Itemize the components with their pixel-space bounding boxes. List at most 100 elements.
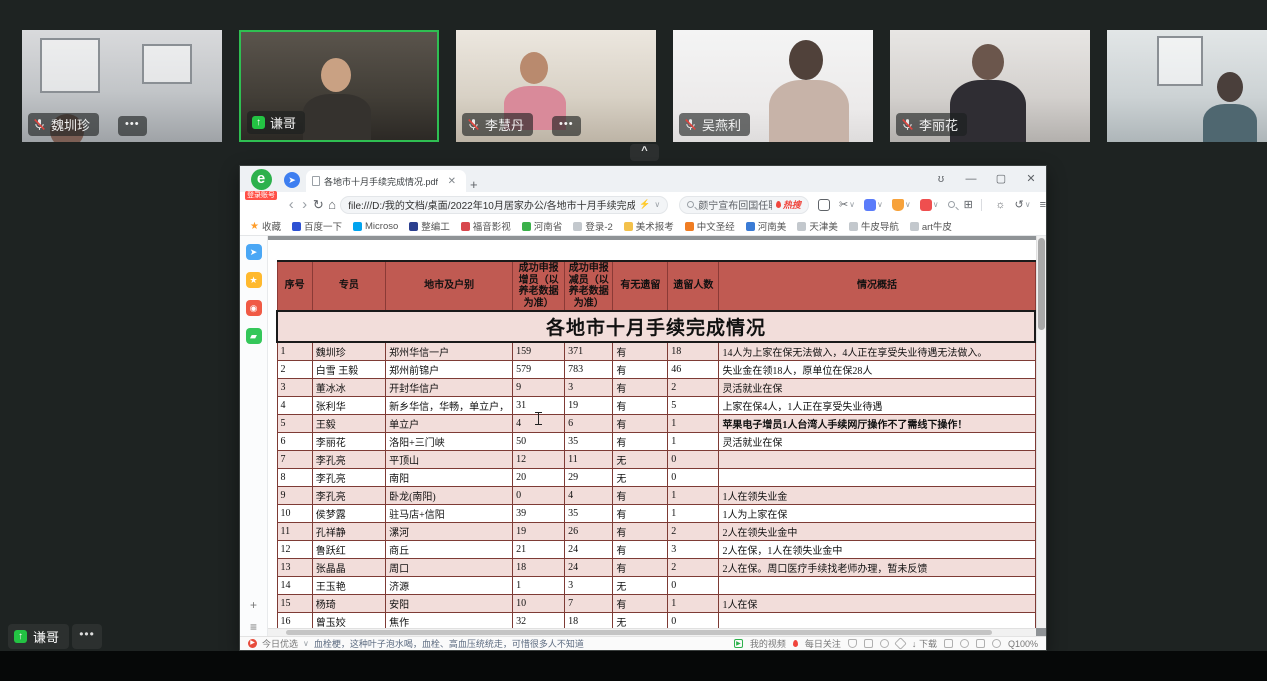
bookmark-item[interactable]: 牛皮导航 (848, 219, 899, 233)
translate-icon[interactable]: ∨ (864, 198, 883, 211)
bottom-taskbar (0, 651, 1267, 681)
bookmark-item[interactable]: art牛皮 (909, 219, 952, 233)
participant-video-1[interactable]: 魏圳珍 ••• (22, 30, 222, 142)
mic-muted-icon (685, 118, 696, 131)
news-ticker[interactable]: 血栓梗，这种叶子泡水喝，血栓、高血压统统走，可惜很多人不知道 (314, 637, 584, 650)
self-share-pill[interactable]: ↑ 谦哥 (8, 624, 70, 649)
participant-video-2-active[interactable]: ↑ 谦哥 (239, 30, 439, 142)
search-box[interactable]: 颜宁宣布回国任职 热搜 (679, 195, 809, 214)
table-cell: 郑州前锦户 (385, 360, 514, 379)
emoji-icon[interactable] (879, 639, 889, 648)
calendar-icon[interactable] (863, 639, 873, 648)
login-account-tag[interactable]: 登录账号 (245, 191, 277, 200)
sidebar-app-favorites-icon[interactable]: ★ (245, 272, 262, 288)
sidebar-list-button[interactable]: ≡ (250, 621, 257, 633)
horizontal-scroll-thumb[interactable] (286, 630, 992, 635)
bookmark-item[interactable]: 河南美 (745, 219, 787, 233)
window-close-button[interactable]: ✕ (1016, 166, 1046, 192)
more-options-button[interactable]: ••• (72, 624, 102, 649)
bookmark-item[interactable]: 登录-2 (573, 219, 613, 233)
download-label[interactable]: ↓ 下载 (912, 637, 937, 650)
navigation-home-icon[interactable]: ➤ (284, 172, 300, 188)
back-button[interactable]: ‹ (286, 196, 296, 213)
theme-skin-icon[interactable]: ʊ (926, 166, 956, 192)
daily-watch-label[interactable]: 每日关注 (805, 637, 841, 650)
forward-button[interactable]: › (299, 196, 309, 213)
table-cell: 10 (512, 594, 566, 613)
speaker-icon[interactable] (991, 639, 1001, 648)
apps-grid-icon[interactable]: ⊞ (964, 198, 973, 211)
table-cell: 15 (276, 594, 313, 613)
tab-close-icon[interactable]: ✕ (444, 176, 460, 187)
bookmark-item[interactable]: 中文圣经 (684, 219, 735, 233)
sidebar-app-messenger-icon[interactable]: ➤ (245, 244, 262, 260)
bookmark-favicon (353, 221, 362, 231)
vertical-scrollbar[interactable] (1036, 236, 1046, 628)
clipboard-icon[interactable] (975, 639, 985, 648)
participant-more-button[interactable]: ••• (118, 116, 147, 136)
screen-share-icon: ↑ (14, 630, 27, 643)
brightness-icon[interactable]: ☼ (995, 199, 1005, 211)
table-cell: 2 (667, 558, 720, 577)
pdf-table: 各地市十月手续完成情况 序号 专员 地市及户别 成功申报增员（以养老数据为准） 成功申报… (276, 260, 1036, 632)
screenshot-scissors-icon[interactable]: ✂ ∨ (839, 198, 855, 211)
bookmark-item[interactable]: 福音影视 (460, 219, 511, 233)
bookmark-label: 河南美 (757, 222, 787, 233)
printer-icon[interactable] (943, 639, 953, 648)
browser-tab[interactable]: 各地市十月手续完成情况.pdf ✕ (306, 170, 466, 192)
table-cell: 1 (667, 486, 720, 505)
zoom-level[interactable]: Q100% (1008, 639, 1038, 649)
vertical-scroll-thumb[interactable] (1038, 238, 1045, 330)
bookmark-favicon (521, 221, 531, 231)
horizontal-scrollbar[interactable] (268, 628, 1036, 636)
table-cell: 魏圳珍 (311, 341, 387, 361)
shield-icon[interactable] (847, 639, 857, 648)
address-url[interactable]: file:///D:/我的文档/桌面/2022年10月居家办公/各地市十月手续完… (348, 197, 635, 212)
bookmark-item[interactable]: Microso (353, 221, 398, 232)
bookmark-item[interactable]: ★ 收藏 (250, 219, 281, 233)
participant-name: 魏圳珍 (51, 118, 91, 133)
participant-more-button[interactable]: ••• (552, 116, 581, 136)
bookmark-item[interactable]: 天津美 (797, 219, 838, 233)
participant-video-5[interactable]: 李丽花 (890, 30, 1090, 142)
table-cell: 2人在保，1人在领失业金中 (718, 540, 1036, 559)
pdf-viewport[interactable]: 各地市十月手续完成情况 序号 专员 地市及户别 成功申报增员（以养老数据为准） 成功申报… (268, 236, 1046, 636)
participant-video-3[interactable]: 李慧丹 ••• (456, 30, 656, 142)
table-row: 13 张晶晶 周口 18 24 有 2 2人在保。周口医疗手续找老师办理，暂未反馈 (276, 558, 1036, 577)
speed-mode-icon[interactable]: ⚡ (639, 199, 650, 210)
restore-session-icon[interactable]: ↺ ∨ (1014, 198, 1030, 211)
participant-video-6[interactable] (1107, 30, 1267, 142)
participant-video-4[interactable]: 吴燕利 (673, 30, 873, 142)
tab-title: 各地市十月手续完成情况.pdf (324, 176, 439, 187)
room-window (40, 38, 100, 93)
new-tab-button[interactable]: + (466, 177, 482, 192)
today-picks-label[interactable]: 今日优选 (262, 637, 298, 650)
address-bar[interactable]: file:///D:/我的文档/桌面/2022年10月居家办公/各地市十月手续完… (340, 195, 669, 214)
reload-button[interactable]: ↻ (313, 197, 324, 213)
bookmark-item[interactable]: 美术报考 (623, 219, 674, 233)
security-shield-icon[interactable]: ∨ (891, 198, 911, 211)
sidebar-app-chat-icon[interactable]: ▰ (245, 328, 262, 344)
window-minimize-button[interactable]: — (956, 166, 986, 192)
window-controls: ʊ — ▢ ✕ (926, 166, 1046, 192)
collapse-strip-button[interactable]: ^ (630, 144, 659, 161)
sidebar-add-button[interactable]: + (250, 599, 257, 611)
menu-icon[interactable]: ≡ (1040, 199, 1046, 211)
search-query[interactable]: 颜宁宣布回国任职 (698, 197, 772, 212)
my-video-label[interactable]: 我的视频 (750, 637, 786, 650)
sidebar-app-video-icon[interactable]: ◉ (245, 300, 262, 316)
bookmark-item[interactable]: 整编工 (409, 219, 450, 233)
browser-logo[interactable]: e 登录账号 (243, 169, 279, 200)
adblock-icon[interactable]: ∨ (919, 198, 939, 211)
mic-muted-icon (468, 118, 479, 131)
table-cell: 8 (276, 468, 313, 487)
window-maximize-button[interactable]: ▢ (986, 166, 1016, 192)
bookmark-item[interactable]: 河南省 (521, 219, 562, 233)
home-button[interactable]: ⌂ (327, 197, 337, 212)
address-dropdown-icon[interactable]: ∨ (654, 200, 660, 209)
widget-icon[interactable] (894, 637, 907, 650)
bookmark-item[interactable]: 百度一下 (291, 219, 342, 233)
phone-mirror-icon[interactable] (817, 198, 830, 211)
help-icon[interactable] (959, 639, 969, 648)
find-icon[interactable] (947, 201, 955, 208)
